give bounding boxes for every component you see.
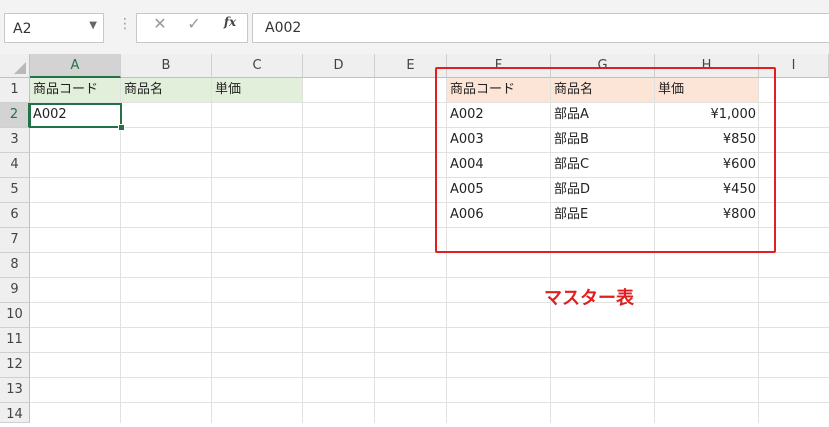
row-header-7[interactable]: 7	[0, 228, 30, 253]
row-header-9[interactable]: 9	[0, 278, 30, 303]
gridline	[30, 377, 829, 378]
name-box-value: A2	[13, 21, 32, 37]
select-all-triangle-icon	[14, 62, 26, 74]
formula-input[interactable]: A002	[252, 13, 829, 43]
name-box-dropdown-icon[interactable]: ▼	[89, 20, 97, 31]
master-table-highlight-box	[435, 67, 776, 253]
insert-function-icon[interactable]: fx	[218, 15, 242, 39]
gridline	[302, 78, 303, 423]
column-header-c[interactable]: C	[212, 54, 303, 78]
row-header-1[interactable]: 1	[0, 78, 30, 103]
row-header-3[interactable]: 3	[0, 128, 30, 153]
gridline	[211, 78, 212, 423]
gridline	[30, 402, 829, 403]
formula-bar-grip-icon[interactable]: ⋮	[118, 16, 132, 32]
gridline	[30, 302, 829, 303]
gridline	[30, 352, 829, 353]
cell-b2[interactable]	[121, 103, 212, 127]
cell-b1[interactable]: 商品名	[121, 78, 212, 102]
row-header-14[interactable]: 14	[0, 403, 30, 423]
column-header-a[interactable]: A	[30, 54, 121, 78]
active-cell-selection[interactable]	[29, 103, 122, 128]
enter-icon[interactable]: ✓	[184, 14, 204, 38]
formula-bar: A2 ▼ ⋮ ✕ ✓ fx A002	[0, 0, 829, 55]
cell-a1[interactable]: 商品コード	[30, 78, 121, 102]
row-header-13[interactable]: 13	[0, 378, 30, 403]
master-table-label: マスター表	[544, 288, 634, 309]
gridline	[30, 327, 829, 328]
row-header-12[interactable]: 12	[0, 353, 30, 378]
row-header-6[interactable]: 6	[0, 203, 30, 228]
formula-input-value: A002	[265, 20, 302, 36]
cell-c2[interactable]	[212, 103, 303, 127]
row-header-8[interactable]: 8	[0, 253, 30, 278]
column-header-d[interactable]: D	[303, 54, 375, 78]
cancel-icon[interactable]: ✕	[150, 14, 170, 38]
cell-c1[interactable]: 単価	[212, 78, 303, 102]
row-header-5[interactable]: 5	[0, 178, 30, 203]
row-header-10[interactable]: 10	[0, 303, 30, 328]
gridline	[374, 78, 375, 423]
gridline	[30, 277, 829, 278]
column-header-b[interactable]: B	[121, 54, 212, 78]
fill-handle[interactable]	[118, 124, 125, 131]
select-all-button[interactable]	[0, 54, 30, 78]
row-header-2[interactable]: 2	[0, 103, 30, 128]
row-header-4[interactable]: 4	[0, 153, 30, 178]
name-box[interactable]: A2 ▼	[4, 13, 104, 43]
row-header-11[interactable]: 11	[0, 328, 30, 353]
